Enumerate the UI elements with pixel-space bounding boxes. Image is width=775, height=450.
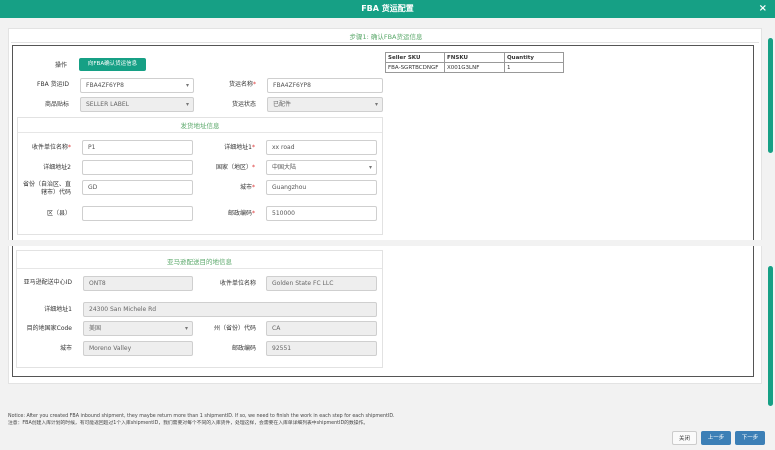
step-title: 步骤1: 确认FBA货运信息 bbox=[349, 33, 423, 41]
window-title-bar: FBA 货运配置 × bbox=[0, 0, 775, 18]
recipient-label: 收件单位名称 bbox=[219, 280, 256, 287]
table-header-row: Seller SKU FNSKU Quantity bbox=[385, 52, 564, 63]
table-cell: X001G3LNF bbox=[444, 62, 505, 73]
confirm-fba-button[interactable]: 向FBA确认货运信息 bbox=[79, 58, 146, 71]
province-label: 省份（自治区、直辖市）代码 bbox=[22, 181, 71, 196]
column-header: Seller SKU bbox=[385, 52, 445, 63]
dest-postal-input[interactable]: 92551 bbox=[266, 341, 377, 356]
ship-from-title: 发货地址信息 bbox=[180, 122, 220, 130]
district-input[interactable] bbox=[82, 206, 193, 221]
address1-label: 详细地址1* bbox=[224, 144, 255, 151]
sku-table: Seller SKU FNSKU Quantity FBA-SGRTBCDNGF… bbox=[385, 52, 564, 73]
postal-input[interactable]: 510000 bbox=[266, 206, 377, 221]
prev-step-button[interactable]: 上一步 bbox=[701, 431, 731, 445]
address1-input[interactable]: xx road bbox=[266, 140, 377, 155]
shipment-name-input[interactable]: FBA4ZF6YP8 bbox=[267, 78, 383, 93]
country-select[interactable]: 中国大陆 bbox=[266, 160, 377, 175]
notice-text: Notice: After you created FBA inbound sh… bbox=[8, 413, 648, 427]
window-title: FBA 货运配置 bbox=[361, 4, 414, 13]
address2-input[interactable] bbox=[82, 160, 193, 175]
label-type-select[interactable]: SELLER LABEL bbox=[80, 97, 194, 112]
status-select[interactable]: 已配件 bbox=[267, 97, 383, 112]
panel-divider bbox=[18, 132, 382, 133]
table-row: FBA-SGRTBCDNGF X001G3LNF 1 bbox=[385, 62, 564, 73]
state-input[interactable]: CA bbox=[266, 321, 377, 336]
city-label: 城市* bbox=[239, 184, 255, 191]
dest-country-label: 目的地国家Code bbox=[26, 325, 72, 332]
dest-postal-label: 邮政编码 bbox=[231, 345, 256, 352]
address2-label: 详细地址2 bbox=[43, 164, 71, 171]
shipment-id-label: FBA 货运ID bbox=[37, 81, 69, 88]
dest-city-input[interactable]: Moreno Valley bbox=[83, 341, 193, 356]
table-cell: FBA-SGRTBCDNGF bbox=[385, 62, 445, 73]
province-input[interactable]: GD bbox=[82, 180, 193, 195]
close-button[interactable]: 关闭 bbox=[672, 431, 697, 445]
dest-address-label: 详细地址1 bbox=[44, 306, 72, 313]
close-icon[interactable]: × bbox=[759, 0, 767, 18]
table-cell: 1 bbox=[504, 62, 564, 73]
scrollbar-upper[interactable] bbox=[768, 38, 773, 153]
shipment-name-label: 货运名称* bbox=[228, 81, 256, 88]
column-header: FNSKU bbox=[444, 52, 505, 63]
district-label: 区（县） bbox=[46, 210, 71, 217]
city-input[interactable]: Guangzhou bbox=[266, 180, 377, 195]
column-header: Quantity bbox=[504, 52, 564, 63]
step-divider bbox=[11, 42, 759, 43]
operation-label: 操作 bbox=[54, 62, 67, 69]
contact-input[interactable]: P1 bbox=[82, 140, 193, 155]
dest-address-input[interactable]: 24300 San Michele Rd bbox=[83, 302, 377, 317]
next-step-button[interactable]: 下一步 bbox=[735, 431, 765, 445]
dest-country-select[interactable]: 美国 bbox=[83, 321, 193, 336]
ship-to-title: 亚马逊配送目的地信息 bbox=[167, 258, 232, 266]
panel-divider bbox=[17, 268, 382, 269]
contact-label: 收件单位名称* bbox=[31, 144, 71, 151]
country-label: 国家（地区）* bbox=[215, 164, 255, 171]
scrollbar-lower[interactable] bbox=[768, 266, 773, 406]
state-label: 州（省份）代码 bbox=[213, 325, 256, 332]
shipment-id-select[interactable]: FBA4ZF6YP8 bbox=[80, 78, 194, 93]
label-type-label: 商品贴标 bbox=[44, 101, 69, 108]
dest-city-label: 城市 bbox=[59, 345, 72, 352]
section-gap bbox=[0, 240, 775, 246]
postal-label: 邮政编码* bbox=[227, 210, 255, 217]
notice-line-cn: 注意：FBA创建入库计划的时候，有可能返回超过1个入库shipmentID，我们… bbox=[8, 421, 369, 426]
notice-line-en: Notice: After you created FBA inbound sh… bbox=[8, 414, 395, 419]
fc-id-label: 亚马逊配送中心ID bbox=[23, 279, 72, 286]
fc-id-input[interactable]: ONT8 bbox=[83, 276, 193, 291]
status-label: 货运状态 bbox=[231, 101, 256, 108]
recipient-input[interactable]: Golden State FC LLC bbox=[266, 276, 377, 291]
